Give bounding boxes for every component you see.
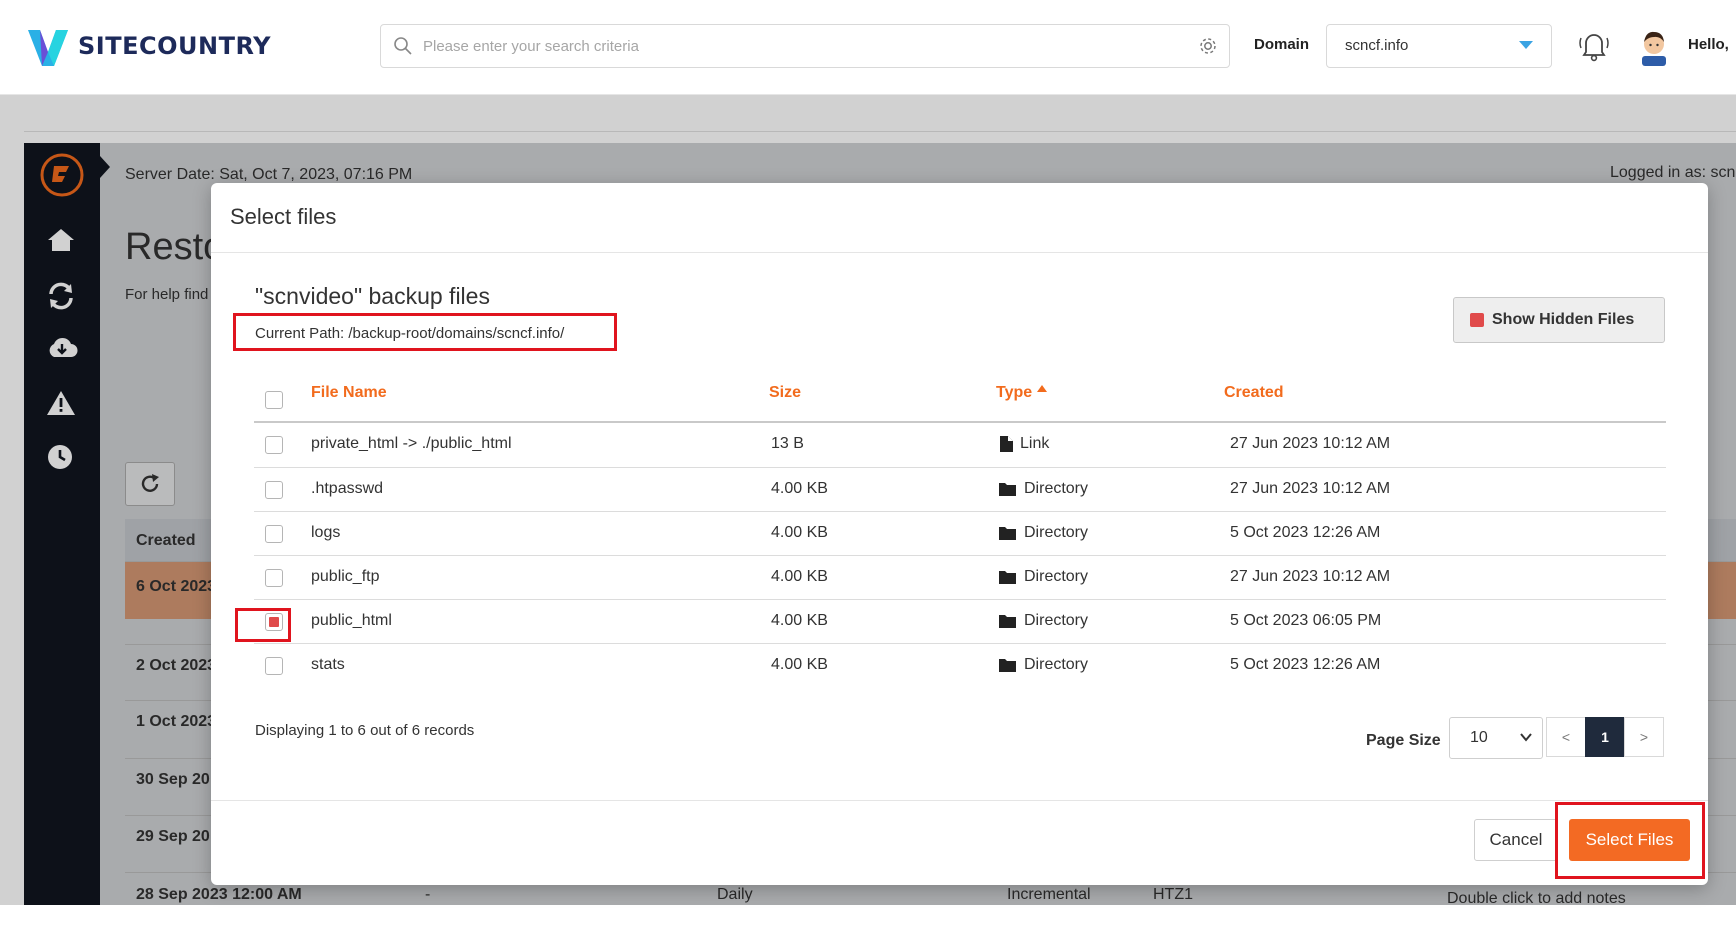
row-checkbox[interactable]	[265, 569, 283, 587]
select-all-checkbox[interactable]	[265, 391, 283, 409]
folder-icon	[999, 615, 1016, 628]
search-icon	[394, 37, 412, 55]
divider	[211, 800, 1708, 801]
file-size: 4.00 KB	[771, 656, 828, 673]
column-header-type-label: Type	[996, 384, 1033, 401]
folder-icon	[999, 527, 1016, 540]
chevron-down-icon	[1519, 41, 1533, 49]
cancel-button[interactable]: Cancel	[1474, 819, 1558, 861]
row-checkbox[interactable]	[265, 481, 283, 499]
file-size: 4.00 KB	[771, 480, 828, 497]
file-type: Link	[1020, 435, 1050, 452]
records-summary: Displaying 1 to 6 out of 6 records	[255, 722, 475, 739]
file-size: 4.00 KB	[771, 568, 828, 585]
file-size: 4.00 KB	[771, 524, 828, 541]
file-type: Directory	[1024, 656, 1089, 673]
page-size-value: 10	[1470, 729, 1488, 746]
file-row[interactable]: .htpasswd 4.00 KB Directory 27 Jun 2023 …	[254, 467, 1666, 512]
file-type: Directory	[1024, 480, 1089, 497]
page-size-label: Page Size	[1366, 732, 1441, 749]
search-bar	[380, 24, 1230, 68]
file-name: private_html -> ./public_html	[311, 435, 512, 452]
file-created: 5 Oct 2023 12:26 AM	[1230, 656, 1381, 673]
current-path: Current Path: /backup-root/domains/scncf…	[255, 325, 565, 342]
sort-ascending-icon	[1036, 385, 1047, 392]
folder-icon	[999, 483, 1016, 496]
file-name: stats	[311, 656, 345, 673]
show-hidden-files-toggle[interactable]: Show Hidden Files	[1453, 297, 1665, 343]
file-created: 27 Jun 2023 10:12 AM	[1230, 568, 1391, 585]
file-row[interactable]: private_html -> ./public_html 13 B Link …	[254, 423, 1666, 467]
chevron-down-icon	[1520, 733, 1532, 742]
brand-name: SITECOUNTRY	[78, 32, 271, 60]
pagination-next[interactable]: >	[1624, 717, 1664, 757]
domain-label: Domain	[1254, 36, 1310, 53]
domain-select[interactable]: scncf.info	[1326, 24, 1552, 68]
domain-value: scncf.info	[1345, 37, 1409, 54]
file-row[interactable]: stats 4.00 KB Directory 5 Oct 2023 12:26…	[254, 643, 1666, 688]
notification-bell-icon[interactable]	[1576, 28, 1612, 62]
select-files-button[interactable]: Select Files	[1569, 819, 1690, 861]
file-type: Directory	[1024, 612, 1089, 629]
file-name: .htpasswd	[311, 480, 384, 497]
file-row-selected[interactable]: public_html 4.00 KB Directory 5 Oct 2023…	[254, 599, 1666, 644]
file-icon	[1000, 436, 1013, 452]
file-name: public_ftp	[311, 568, 380, 585]
folder-icon	[999, 659, 1016, 672]
toggle-indicator	[1470, 313, 1484, 327]
divider	[211, 252, 1708, 253]
greeting-text: Hello,	[1688, 36, 1729, 53]
settings-gear-icon[interactable]	[1197, 35, 1219, 57]
search-input[interactable]	[421, 25, 1175, 67]
file-created: 27 Jun 2023 10:12 AM	[1230, 435, 1391, 452]
folder-icon	[999, 571, 1016, 584]
page-size-select[interactable]: 10	[1449, 717, 1543, 759]
row-checkbox[interactable]	[265, 525, 283, 543]
pagination-prev[interactable]: <	[1546, 717, 1586, 757]
backup-title: "scnvideo" backup files	[255, 283, 490, 309]
file-type: Directory	[1024, 524, 1089, 541]
highlight-box-checkbox	[235, 608, 291, 642]
file-name: logs	[311, 524, 341, 541]
file-created: 5 Oct 2023 12:26 AM	[1230, 524, 1381, 541]
pagination-page-1[interactable]: 1	[1585, 717, 1625, 757]
file-created: 5 Oct 2023 06:05 PM	[1230, 612, 1382, 629]
row-checkbox[interactable]	[265, 657, 283, 675]
file-size: 13 B	[771, 435, 804, 452]
brand-logo[interactable]: SITECOUNTRY	[24, 22, 271, 70]
dialog-title: Select files	[230, 204, 337, 229]
file-name: public_html	[311, 612, 392, 629]
logo-icon	[28, 30, 68, 66]
file-created: 27 Jun 2023 10:12 AM	[1230, 480, 1391, 497]
file-row[interactable]: public_ftp 4.00 KB Directory 27 Jun 2023…	[254, 555, 1666, 600]
top-header: SITECOUNTRY Domain scncf.info Hello,	[0, 0, 1736, 95]
file-row[interactable]: logs 4.00 KB Directory 5 Oct 2023 12:26 …	[254, 511, 1666, 556]
file-type: Directory	[1024, 568, 1089, 585]
row-checkbox[interactable]	[265, 436, 283, 454]
show-hidden-label: Show Hidden Files	[1492, 311, 1635, 328]
avatar[interactable]	[1634, 26, 1674, 66]
select-files-dialog: Select files "scnvideo" backup files Cur…	[211, 183, 1708, 885]
file-size: 4.00 KB	[771, 612, 828, 629]
